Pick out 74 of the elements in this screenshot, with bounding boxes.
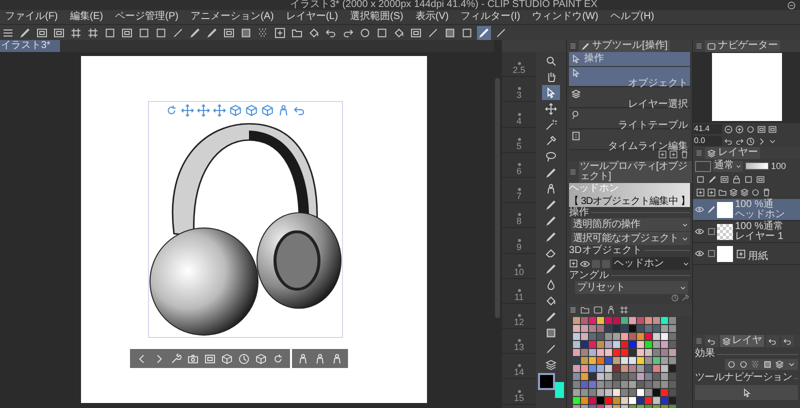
subtool-group[interactable]: 操作 (569, 52, 690, 66)
tab-label: レイヤ (732, 336, 762, 346)
section-label: 操作 (569, 208, 589, 218)
panel-title: レイヤー (718, 148, 758, 158)
frame-number: 3 (516, 90, 522, 102)
layer-name: レイヤー 1 (735, 232, 784, 242)
frame-number: 14 (514, 367, 524, 378)
panel-tab[interactable]: レイヤ (720, 335, 764, 347)
preview-label: ヘッドホン (569, 183, 620, 194)
frame-number: 13 (514, 342, 524, 354)
layer-mode: 100 %通常 (735, 222, 784, 232)
section-label: アングル (569, 270, 609, 280)
document-title: イラスト3* (1, 41, 50, 51)
frame-number: 11 (514, 292, 524, 303)
menu-item[interactable]: ヘルプ(H) (610, 11, 654, 23)
menu-item[interactable]: 編集(E) (70, 11, 104, 23)
blend-mode-dropdown[interactable]: 通常 (713, 160, 743, 172)
dropdown[interactable]: ヘッドホン (612, 257, 690, 270)
subtool-item[interactable]: ライトテーブル (569, 109, 690, 129)
frame-number: 4 (516, 116, 522, 127)
subtool-item[interactable]: レイヤー選択 (569, 88, 690, 108)
window-title: イラスト3* (2000 x 2000px 144dpi 41.4%) - CLIP STUDIO PAINT EX (290, 0, 598, 10)
panel-title: サブツール[操作] (592, 41, 668, 51)
menu-item[interactable]: 選択範囲(S) (350, 11, 404, 23)
frame-number: 12 (514, 317, 524, 328)
menu-item[interactable]: レイヤー(L) (286, 11, 338, 23)
dropdown[interactable]: 選択可能なオブジェクト (571, 232, 690, 245)
frame-number: 2.5 (512, 65, 526, 76)
subtool-label: ライトテーブル (618, 120, 688, 131)
layer-row[interactable]: 100 %通常 レイヤー 1 (693, 221, 800, 243)
opacity-value: 100 (771, 161, 786, 171)
group-label: 操作 (584, 54, 604, 64)
frame-number: 9 (516, 242, 522, 252)
subtool-item[interactable]: タイムライン編集 (569, 130, 690, 150)
frame-number: 15 (514, 392, 524, 404)
zoom-field[interactable]: 41.4 (694, 124, 722, 134)
section-label: 効果 (695, 349, 715, 359)
rotation-field[interactable]: 0.0 (694, 136, 722, 146)
layer-row[interactable]: 用紙 (693, 243, 800, 265)
dropdown-value: ヘッドホン (614, 258, 664, 268)
frame-number: 6 (516, 166, 522, 177)
layer-name: 用紙 (748, 252, 768, 262)
subtool-label: レイヤー選択 (628, 99, 688, 110)
menu-item[interactable]: アニメーション(A) (190, 11, 274, 23)
rotation-value: 0.0 (694, 137, 706, 145)
dropdown-value: プリセット (577, 282, 626, 292)
menu-item[interactable]: ファイル(F) (5, 11, 58, 23)
blend-mode: 通常 (714, 161, 734, 171)
menu-item[interactable]: フィルター(I) (460, 11, 520, 23)
edit-status: 【 3Dオブジェクト編集中 】 (569, 196, 690, 207)
frame-number: 5 (516, 140, 522, 152)
dropdown-value: 透明箇所の操作 (573, 220, 640, 230)
menu-item[interactable]: ウィンドウ(W) (532, 11, 598, 23)
document-tab[interactable]: イラスト3* (0, 40, 60, 52)
section-label: ツールナビゲーション (695, 373, 792, 383)
frame-number: 7 (516, 191, 522, 202)
dropdown[interactable]: 透明箇所の操作 (571, 218, 690, 231)
section-label: 3Dオブジェクト (569, 246, 642, 256)
panel-tab[interactable]: ツールプロパティ[オブジェクト] (579, 161, 693, 183)
layer-name: ヘッドホン (735, 210, 785, 220)
menu-item[interactable]: 表示(V) (415, 11, 449, 23)
dropdown-value: 選択可能なオブジェクト (573, 234, 679, 244)
frame-number: 10 (514, 266, 524, 278)
frame-number: 8 (516, 216, 522, 228)
zoom-value: 41.4 (694, 125, 710, 133)
dropdown[interactable]: プリセット (575, 281, 688, 294)
layer-row[interactable]: 100 %通 ヘッドホン (693, 199, 800, 221)
panel-tab[interactable]: レイヤー (705, 147, 760, 159)
layer-mode: 100 %通 (735, 200, 774, 210)
panel-tab[interactable]: サブツール[操作] (579, 40, 670, 52)
panel-title: ナビゲーター (718, 41, 778, 51)
subtool-label: タイムライン編集 (608, 141, 688, 152)
panel-tab[interactable]: ナビゲーター (705, 40, 780, 52)
menu-item[interactable]: ページ管理(P) (115, 11, 178, 23)
